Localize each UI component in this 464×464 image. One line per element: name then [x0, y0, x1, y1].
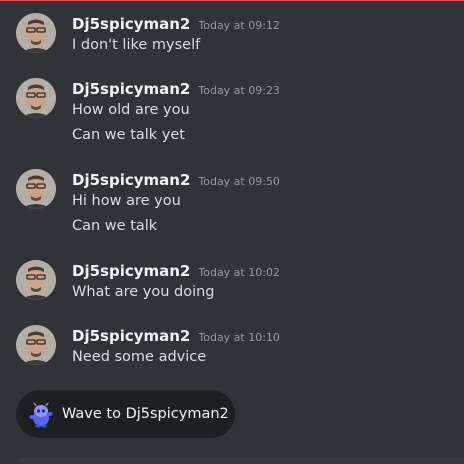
message-text: Hi how are you: [72, 193, 181, 209]
message-timestamp[interactable]: Today at 09:12: [198, 15, 280, 37]
avatar[interactable]: [16, 325, 56, 365]
message-input-edge[interactable]: [16, 458, 464, 464]
wave-button[interactable]: Wave to Dj5spicyman2: [16, 390, 235, 438]
message-author[interactable]: Dj5spicyman2: [72, 325, 190, 347]
message-text: Need some advice: [72, 349, 207, 365]
user-photo-icon: [16, 169, 56, 209]
message-text: Can we talk yet: [72, 127, 185, 143]
message-group: Dj5spicyman2 Today at 10:10 Need some ad…: [0, 325, 464, 369]
avatar[interactable]: [16, 169, 56, 209]
message-timestamp[interactable]: Today at 09:23: [198, 80, 280, 102]
message-author[interactable]: Dj5spicyman2: [72, 169, 190, 191]
avatar[interactable]: [16, 78, 56, 118]
message-text: How old are you: [72, 102, 190, 118]
message-timestamp[interactable]: Today at 10:10: [198, 327, 280, 349]
unread-divider: [0, 0, 464, 1]
message-group: Dj5spicyman2 Today at 09:12 I don't like…: [0, 13, 464, 57]
message-timestamp[interactable]: Today at 09:50: [198, 171, 280, 193]
message-author[interactable]: Dj5spicyman2: [72, 78, 190, 100]
user-photo-icon: [16, 325, 56, 365]
message-author[interactable]: Dj5spicyman2: [72, 13, 190, 35]
wumpus-wave-icon: [29, 402, 53, 428]
wave-button-label: Wave to Dj5spicyman2: [62, 406, 229, 422]
message-text: Can we talk: [72, 218, 158, 234]
avatar[interactable]: [16, 260, 56, 300]
message-author[interactable]: Dj5spicyman2: [72, 260, 190, 282]
user-photo-icon: [16, 13, 56, 53]
message-text: I don't like myself: [72, 37, 201, 53]
message-text: What are you doing: [72, 284, 215, 300]
user-photo-icon: [16, 260, 56, 300]
user-photo-icon: [16, 78, 56, 118]
message-group: Dj5spicyman2 Today at 10:02 What are you…: [0, 260, 464, 304]
message-group: Dj5spicyman2 Today at 09:50 Hi how are y…: [0, 169, 464, 239]
message-group: Dj5spicyman2 Today at 09:23 How old are …: [0, 78, 464, 148]
avatar[interactable]: [16, 13, 56, 53]
